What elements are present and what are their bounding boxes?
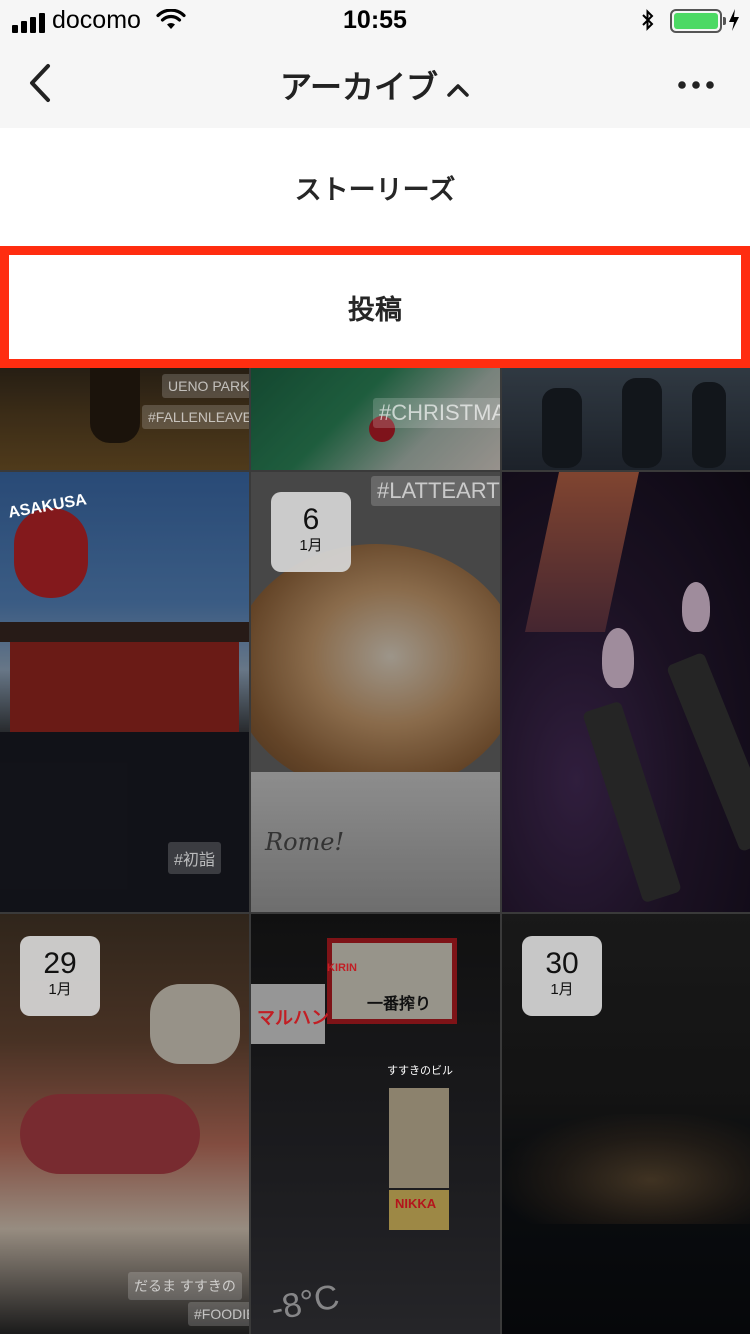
archive-post-candles[interactable] xyxy=(502,472,750,912)
archive-post-street[interactable] xyxy=(502,368,750,470)
menu-item-stories[interactable]: ストーリーズ xyxy=(0,128,750,246)
menu-item-posts-label: 投稿 xyxy=(348,294,402,325)
chevron-up-icon xyxy=(447,83,469,97)
nikka-sign: NIKKA xyxy=(395,1196,437,1211)
archive-post-asakusa[interactable]: ASAKUSA #初詣 xyxy=(0,472,249,912)
archive-post-ueno[interactable]: UENO PARK #FALLENLEAVES xyxy=(0,368,249,470)
date-badge: 6 1月 xyxy=(271,492,351,572)
date-day: 6 xyxy=(302,503,320,536)
charging-icon xyxy=(729,9,739,31)
archive-post-jingisukan[interactable]: 29 1月 だるま すすきの #FOODIE xyxy=(0,914,249,1334)
more-options-button[interactable] xyxy=(676,78,716,92)
date-month: 1月 xyxy=(299,537,323,554)
status-bar: docomo 10:55 xyxy=(0,0,750,40)
bluetooth-icon xyxy=(642,9,654,31)
location-tag: だるま すすきの xyxy=(128,1272,242,1300)
nav-bar: アーカイブ xyxy=(0,40,750,128)
ichiban-sign: 一番搾り xyxy=(367,996,432,1013)
archive-photo-grid: UENO PARK #FALLENLEAVES #CHRISTMAS ASAKU… xyxy=(0,368,750,1334)
kirin-sign: KIRIN xyxy=(327,962,357,974)
cup-text: Rome! xyxy=(265,828,345,856)
hashtag-tag: #CHRISTMAS xyxy=(373,398,500,428)
date-day: 29 xyxy=(43,947,77,980)
location-tag: UENO PARK xyxy=(162,374,249,398)
ellipsis-icon xyxy=(678,81,714,89)
archive-post-latte[interactable]: #LATTEART Rome! 6 1月 xyxy=(251,472,500,912)
menu-item-posts[interactable]: 投稿 xyxy=(0,246,750,368)
archive-post-nightview[interactable]: 30 1月 xyxy=(502,914,750,1334)
date-month: 1月 xyxy=(550,981,574,998)
date-month: 1月 xyxy=(48,981,72,998)
hashtag-tag: #初詣 xyxy=(168,842,221,874)
battery-icon xyxy=(670,9,726,33)
clock: 10:55 xyxy=(343,6,407,34)
archive-post-susukino[interactable]: KIRIN 一番搾り すすきのビル マルハン NIKKA -8°C xyxy=(251,914,500,1334)
hashtag-tag: #FOODIE xyxy=(188,1302,249,1326)
hashtag-tag: #LATTEART xyxy=(371,476,500,506)
menu-item-stories-label: ストーリーズ xyxy=(294,174,456,205)
susukino-sign: すすきのビル xyxy=(387,1065,453,1077)
date-badge: 29 1月 xyxy=(20,936,100,1016)
archive-post-christmas[interactable]: #CHRISTMAS xyxy=(251,368,500,470)
maruhan-sign: マルハン xyxy=(257,1008,329,1028)
archive-title-toggle[interactable]: アーカイブ xyxy=(0,62,750,108)
date-day: 30 xyxy=(545,947,579,980)
page-title: アーカイブ xyxy=(279,69,439,105)
date-badge: 30 1月 xyxy=(522,936,602,1016)
hashtag-tag: #FALLENLEAVES xyxy=(142,405,249,429)
